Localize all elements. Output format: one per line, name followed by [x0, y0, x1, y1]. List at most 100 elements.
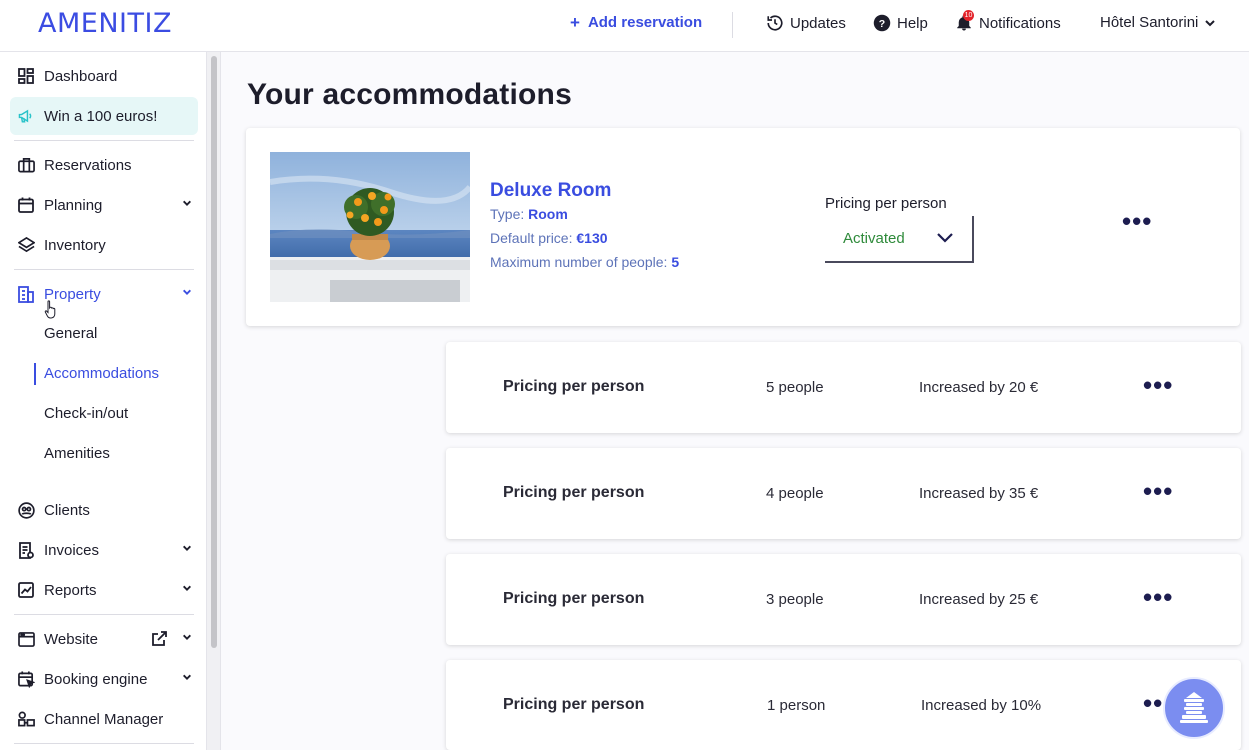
sidebar-scroll-thumb[interactable] [211, 56, 217, 648]
sidebar-item-property[interactable]: Property [10, 275, 198, 313]
sidebar-item-channel-manager[interactable]: Channel Manager [10, 700, 198, 738]
layers-icon [16, 235, 36, 255]
room-price-label: Default price: [490, 230, 573, 246]
sidebar-item-promo[interactable]: Win a 100 euros! [10, 97, 198, 135]
topbar-divider [732, 12, 733, 38]
accommodation-card: Deluxe Room Type: Room Default price: €1… [246, 128, 1240, 326]
pricing-row: Pricing per person 4 people Increased by… [446, 448, 1241, 539]
pricing-status-value: Activated [843, 230, 905, 247]
question-icon: ? [873, 14, 891, 32]
updates-label: Updates [790, 14, 846, 32]
pricing-row-title: Pricing per person [503, 590, 645, 607]
sidebar-item-clients[interactable]: Clients [10, 491, 198, 529]
pricing-row-increase: Increased by 20 € [919, 379, 1039, 396]
help-link[interactable]: ? Help [873, 14, 928, 32]
pricing-row-people: 3 people [766, 591, 824, 608]
active-indicator [34, 363, 36, 385]
room-type: Type: Room [490, 206, 568, 222]
chevron-down-icon [183, 585, 191, 591]
sidebar-subitem-amenities[interactable]: Amenities [44, 442, 110, 466]
room-max-people: Maximum number of people: 5 [490, 254, 679, 270]
sidebar-divider [14, 743, 194, 744]
sidebar-label-booking-engine: Booking engine [44, 670, 148, 688]
sidebar-subitem-general[interactable]: General [44, 322, 97, 346]
history-icon [767, 15, 783, 31]
chevron-down-icon [183, 200, 191, 206]
chevron-down-icon [1205, 19, 1216, 26]
pricing-row: Pricing per person 1 person Increased by… [446, 660, 1241, 750]
hand-cursor-icon [44, 300, 56, 319]
more-dots-icon[interactable]: ••• [1143, 372, 1173, 398]
help-label: Help [897, 14, 928, 32]
sidebar-subitem-accommodations[interactable]: Accommodations [44, 362, 159, 386]
chevron-down-icon [183, 289, 191, 295]
sidebar-divider [14, 614, 194, 615]
room-type-label: Type: [490, 206, 525, 222]
sidebar-item-planning[interactable]: Planning [10, 186, 198, 224]
pricing-row-people: 1 person [767, 697, 826, 714]
sidebar-label-channel-manager: Channel Manager [44, 710, 164, 728]
invoice-icon [16, 540, 36, 560]
pricing-row-title: Pricing per person [503, 696, 645, 713]
hotel-name: Hôtel Santorini [1100, 14, 1199, 31]
calendar-click-icon [16, 669, 36, 689]
sidebar-item-inventory[interactable]: Inventory [10, 226, 198, 264]
sidebar-divider [14, 140, 194, 141]
chevron-down-icon [937, 233, 953, 243]
briefcase-icon [16, 155, 36, 175]
room-default-price: Default price: €130 [490, 230, 608, 246]
sidebar-label-reservations: Reservations [44, 156, 132, 174]
pricing-per-person-label: Pricing per person [825, 195, 947, 212]
calendar-icon [16, 195, 36, 215]
chart-icon [16, 580, 36, 600]
sidebar-item-website[interactable]: Website [10, 620, 198, 658]
pricing-per-person-select[interactable]: Activated [825, 216, 974, 263]
sidebar-label-dashboard: Dashboard [44, 67, 118, 85]
sidebar-item-reports[interactable]: Reports [10, 571, 198, 609]
amenitiz-logo[interactable]: AMENITIZ [38, 8, 172, 39]
pricing-row-title: Pricing per person [503, 484, 645, 501]
chevron-down-icon [183, 634, 191, 640]
room-max-label: Maximum number of people: [490, 254, 668, 270]
megaphone-icon [16, 106, 36, 126]
sidebar-label-planning: Planning [44, 196, 103, 214]
sidebar-label-invoices: Invoices [44, 541, 100, 559]
svg-text:?: ? [879, 18, 885, 30]
external-link-icon[interactable] [151, 631, 167, 647]
more-dots-icon[interactable]: ••• [1143, 478, 1173, 504]
dashboard-icon [16, 66, 36, 86]
sidebar-item-dashboard[interactable]: Dashboard [10, 57, 198, 95]
pricing-row-increase: Increased by 10% [921, 697, 1042, 714]
room-max-value: 5 [671, 254, 680, 270]
pricing-row: Pricing per person 3 people Increased by… [446, 554, 1241, 645]
room-photo[interactable] [270, 152, 470, 302]
sidebar-divider [14, 269, 194, 270]
hotel-selector[interactable]: Hôtel Santorini [1100, 14, 1216, 31]
channel-icon [16, 709, 36, 729]
sidebar-label-promo: Win a 100 euros! [44, 107, 158, 125]
building-icon [16, 284, 36, 304]
pricing-row-title: Pricing per person [503, 378, 645, 395]
room-price-value: €130 [576, 230, 608, 246]
room-name-link[interactable]: Deluxe Room [490, 180, 611, 202]
temple-icon [1180, 692, 1208, 723]
add-reservation-button[interactable]: + Add reservation [570, 14, 702, 31]
notifications-label: Notifications [979, 14, 1061, 32]
sidebar-item-reservations[interactable]: Reservations [10, 146, 198, 184]
more-dots-icon[interactable]: ••• [1143, 584, 1173, 610]
help-widget-icon[interactable] [1163, 677, 1225, 739]
sidebar-label-clients: Clients [44, 501, 90, 519]
sidebar-item-booking-engine[interactable]: Booking engine [10, 660, 198, 698]
sidebar-label-inventory: Inventory [44, 236, 106, 254]
sidebar-subitem-checkin[interactable]: Check-in/out [44, 402, 128, 426]
updates-link[interactable]: Updates [766, 14, 846, 32]
user-circle-icon [16, 500, 36, 520]
more-dots-icon[interactable]: ••• [1122, 208, 1152, 234]
chevron-down-icon [183, 545, 191, 551]
sidebar-item-invoices[interactable]: Invoices [10, 531, 198, 569]
bell-icon-wrap: 10 [955, 10, 974, 32]
notifications-link[interactable]: 10 Notifications [955, 10, 1061, 32]
sidebar-label-reports: Reports [44, 581, 97, 599]
sidebar-label-website: Website [44, 630, 98, 648]
pricing-row-people: 5 people [766, 379, 824, 396]
